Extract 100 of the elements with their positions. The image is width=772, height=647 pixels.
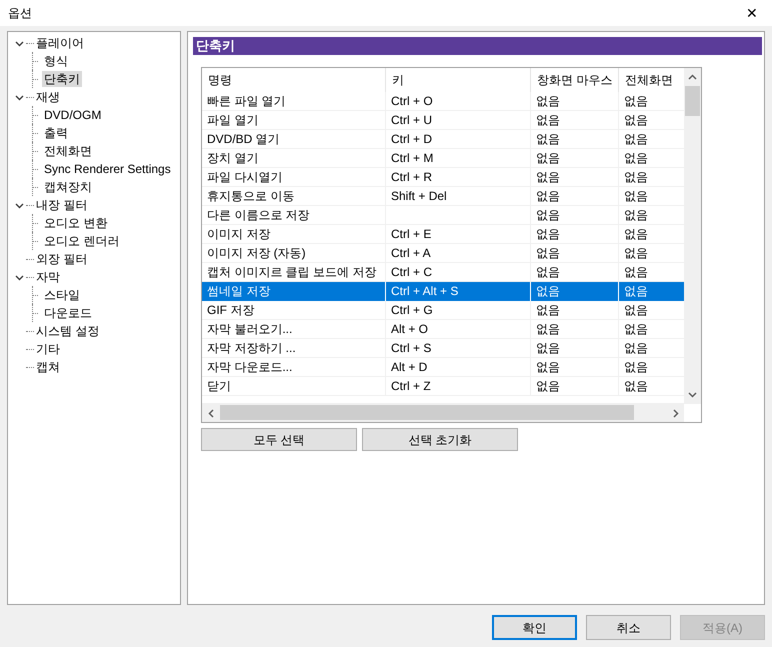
table-row[interactable]: 장치 열기 Ctrl + M 없음 없음 (202, 149, 684, 168)
table-cell: GIF 저장 (202, 301, 386, 319)
table-cell: Ctrl + C (386, 263, 531, 281)
table-cell: Ctrl + Z (386, 377, 531, 395)
table-row[interactable]: GIF 저장 Ctrl + G 없음 없음 (202, 301, 684, 320)
table-cell: Alt + D (386, 358, 531, 376)
table-cell: 파일 다시열기 (202, 168, 386, 186)
horizontal-scrollbar[interactable] (202, 403, 684, 422)
table-row[interactable]: 자막 저장하기 ... Ctrl + S 없음 없음 (202, 339, 684, 358)
table-cell: 다른 이름으로 저장 (202, 206, 386, 224)
column-header[interactable]: 명령 (202, 68, 386, 92)
window-title: 옵션 (8, 5, 32, 22)
section-header: 단축키 (193, 37, 762, 55)
action-button[interactable]: 선택 초기화 (362, 428, 518, 451)
table-row[interactable]: 닫기 Ctrl + Z 없음 없음 (202, 377, 684, 396)
table-cell: Ctrl + A (386, 244, 531, 262)
table-cell: Ctrl + R (386, 168, 531, 186)
table-row[interactable]: 다른 이름으로 저장 없음 없음 (202, 206, 684, 225)
tree-item[interactable]: 재생 (34, 89, 62, 105)
table-cell: 장치 열기 (202, 149, 386, 167)
table-cell: 없음 (531, 282, 619, 301)
table-cell: 없음 (531, 339, 619, 357)
table-cell: 없음 (531, 187, 619, 205)
table-cell: 이미지 저장 (202, 225, 386, 243)
table-cell: 없음 (531, 301, 619, 319)
scroll-thumb[interactable] (685, 86, 700, 116)
table-row[interactable]: 자막 다운로드... Alt + D 없음 없음 (202, 358, 684, 377)
table-row[interactable]: 휴지통으로 이동 Shift + Del 없음 없음 (202, 187, 684, 206)
dialog-button[interactable]: 확인 (492, 615, 577, 640)
tree-item[interactable]: 출력 (42, 125, 70, 141)
table-row[interactable]: 빠른 파일 열기 Ctrl + O 없음 없음 (202, 92, 684, 111)
table-row[interactable]: 이미지 저장 (자동) Ctrl + A 없음 없음 (202, 244, 684, 263)
tree-item[interactable]: 시스템 설정 (34, 323, 102, 339)
table-cell: Shift + Del (386, 187, 531, 205)
scroll-down-icon[interactable] (688, 392, 697, 398)
table-cell: 없음 (531, 168, 619, 186)
tree-item[interactable]: 외장 필터 (34, 251, 90, 267)
scroll-up-icon[interactable] (688, 74, 697, 80)
table-cell: 썸네일 저장 (202, 282, 386, 301)
column-header[interactable]: 키 (386, 68, 531, 92)
tree-item[interactable]: 오디오 렌더러 (42, 233, 122, 249)
table-cell: DVD/BD 열기 (202, 130, 386, 148)
table-cell: Ctrl + E (386, 225, 531, 243)
table-row[interactable]: 파일 다시열기 Ctrl + R 없음 없음 (202, 168, 684, 187)
tree-item[interactable]: 단축키 (42, 71, 82, 87)
tree-item[interactable]: 캡쳐 (34, 359, 62, 375)
table-row[interactable]: 파일 열기 Ctrl + U 없음 없음 (202, 111, 684, 130)
action-button[interactable]: 모두 선택 (201, 428, 357, 451)
tree-item[interactable]: 다운로드 (42, 305, 94, 321)
chevron-down-icon[interactable] (14, 200, 24, 210)
table-cell: Ctrl + D (386, 130, 531, 148)
table-cell: 자막 불러오기... (202, 320, 386, 338)
close-button[interactable]: ✕ (732, 0, 772, 26)
tree-item[interactable]: Sync Renderer Settings (42, 161, 173, 177)
table-cell: Ctrl + S (386, 339, 531, 357)
table-cell: 없음 (531, 206, 619, 224)
table-row[interactable]: DVD/BD 열기 Ctrl + D 없음 없음 (202, 130, 684, 149)
table-cell: 없음 (531, 92, 619, 110)
table-cell: 휴지통으로 이동 (202, 187, 386, 205)
table-cell: 파일 열기 (202, 111, 386, 129)
tree-item[interactable]: 내장 필터 (34, 197, 90, 213)
chevron-down-icon[interactable] (14, 92, 24, 102)
tree-item[interactable]: 자막 (34, 269, 62, 285)
table-cell: 없음 (531, 225, 619, 243)
dialog-button[interactable]: 취소 (586, 615, 671, 640)
table-cell: Ctrl + U (386, 111, 531, 129)
tree-item[interactable]: 기타 (34, 341, 62, 357)
chevron-down-icon[interactable] (14, 38, 24, 48)
column-header[interactable]: 창화면 마우스 (531, 68, 619, 92)
table-cell: Ctrl + G (386, 301, 531, 319)
table-row[interactable]: 자막 불러오기... Alt + O 없음 없음 (202, 320, 684, 339)
table-cell: 없음 (531, 130, 619, 148)
tree-item[interactable]: 플레이어 (34, 35, 86, 51)
table-cell: 없음 (531, 244, 619, 262)
table-cell: 닫기 (202, 377, 386, 395)
table-cell: 이미지 저장 (자동) (202, 244, 386, 262)
scroll-thumb[interactable] (220, 405, 634, 420)
table-cell: 없음 (531, 263, 619, 281)
scroll-right-icon[interactable] (673, 409, 679, 418)
table-cell: 없음 (531, 358, 619, 376)
table-row[interactable]: 이미지 저장 Ctrl + E 없음 없음 (202, 225, 684, 244)
chevron-down-icon[interactable] (14, 272, 24, 282)
tree-item[interactable]: 캡쳐장치 (42, 179, 94, 195)
table-cell: 없음 (531, 111, 619, 129)
table-cell: 없음 (531, 149, 619, 167)
table-cell: Ctrl + Alt + S (386, 282, 531, 301)
table-cell: 빠른 파일 열기 (202, 92, 386, 110)
table-cell: 자막 다운로드... (202, 358, 386, 376)
table-cell: 없음 (531, 320, 619, 338)
vertical-scrollbar[interactable] (684, 68, 701, 404)
tree-item[interactable]: 스타일 (42, 287, 82, 303)
tree-item[interactable]: DVD/OGM (42, 107, 104, 123)
table-cell: 없음 (531, 377, 619, 395)
table-cell: Ctrl + O (386, 92, 531, 110)
table-cell: 자막 저장하기 ... (202, 339, 386, 357)
table-row[interactable]: 썸네일 저장 Ctrl + Alt + S 없음 없음 (202, 282, 684, 301)
tree-item[interactable]: 전체화면 (42, 143, 94, 159)
tree-item[interactable]: 오디오 변환 (42, 215, 110, 231)
tree-item[interactable]: 형식 (42, 53, 70, 69)
scroll-left-icon[interactable] (208, 409, 214, 418)
